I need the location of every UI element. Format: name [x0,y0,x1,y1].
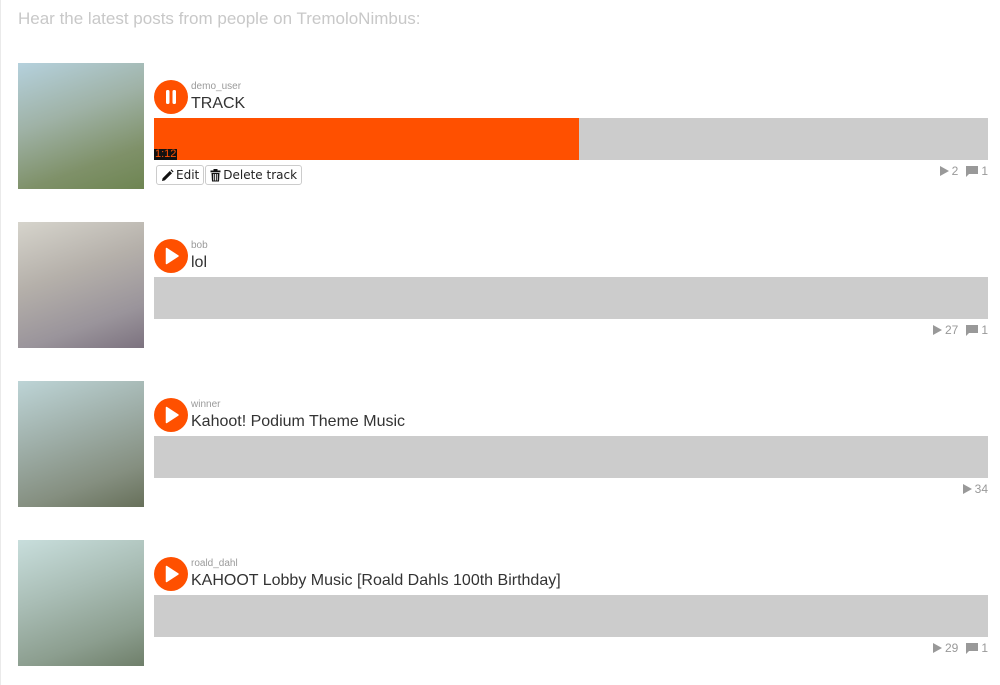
track-item: winner Kahoot! Podium Theme Music 34 [18,381,988,507]
pause-button[interactable] [154,80,188,114]
edit-button-label: Edit [176,168,200,182]
play-count-icon [939,166,949,176]
play-button[interactable] [154,239,188,273]
play-count: 27 [932,323,959,337]
play-count-value: 29 [944,641,959,655]
delete-track-button-label: Delete track [223,168,298,182]
play-count-icon [962,484,972,494]
track-cover-image[interactable] [18,222,144,348]
comment-icon [966,642,979,654]
track-stats: 27 1 [932,323,988,337]
track-title[interactable]: TRACK [191,95,245,113]
play-count-value: 2 [951,164,959,178]
track-item: bob lol 27 1 [18,222,988,348]
track-item: demo_user TRACK 1:12 Edit Delete track 2… [18,63,988,189]
comment-count-value: 1 [981,164,988,178]
playback-time: 1:12 [154,148,178,160]
play-icon [165,247,179,265]
play-count: 34 [962,482,988,496]
play-count: 2 [939,164,959,178]
waveform-seek-bar[interactable]: 1:12 [154,118,988,160]
play-icon [165,565,179,583]
trash-icon [210,168,221,181]
comment-count-value: 1 [981,323,988,337]
track-username[interactable]: winner [191,399,220,410]
track-stats: 29 1 [932,641,988,655]
play-count-icon [932,643,942,653]
comment-count: 1 [966,164,988,178]
comment-count: 1 [966,323,988,337]
waveform-seek-bar[interactable] [154,436,988,478]
track-item: roald_dahl KAHOOT Lobby Music [Roald Dah… [18,540,988,666]
play-icon [165,406,179,424]
track-stats: 34 [962,482,988,496]
track-username[interactable]: roald_dahl [191,558,238,569]
edit-button[interactable]: Edit [156,165,205,185]
track-stats: 2 1 [939,164,988,178]
delete-track-button[interactable]: Delete track [205,165,303,185]
play-count-icon [932,325,942,335]
waveform-seek-bar[interactable] [154,595,988,637]
track-cover-image[interactable] [18,540,144,666]
comment-count: 1 [966,641,988,655]
track-cover-image[interactable] [18,381,144,507]
track-title[interactable]: Kahoot! Podium Theme Music [191,413,405,431]
play-count-value: 27 [944,323,959,337]
play-count: 29 [932,641,959,655]
comment-count-value: 1 [981,641,988,655]
waveform-seek-bar[interactable] [154,277,988,319]
play-button[interactable] [154,557,188,591]
track-title[interactable]: KAHOOT Lobby Music [Roald Dahls 100th Bi… [191,572,561,590]
feed-intro-text: Hear the latest posts from people on Tre… [18,9,421,28]
track-title[interactable]: lol [191,254,207,272]
playback-progress [154,118,580,160]
pause-icon [166,90,176,104]
pencil-icon [162,168,174,181]
track-actions: Edit Delete track [156,165,303,185]
comment-icon [966,324,979,336]
play-button[interactable] [154,398,188,432]
track-username[interactable]: demo_user [191,81,241,92]
comment-icon [966,165,979,177]
play-count-value: 34 [974,482,988,496]
track-cover-image[interactable] [18,63,144,189]
track-username[interactable]: bob [191,240,208,251]
track-feed-page: Hear the latest posts from people on Tre… [0,0,1000,685]
